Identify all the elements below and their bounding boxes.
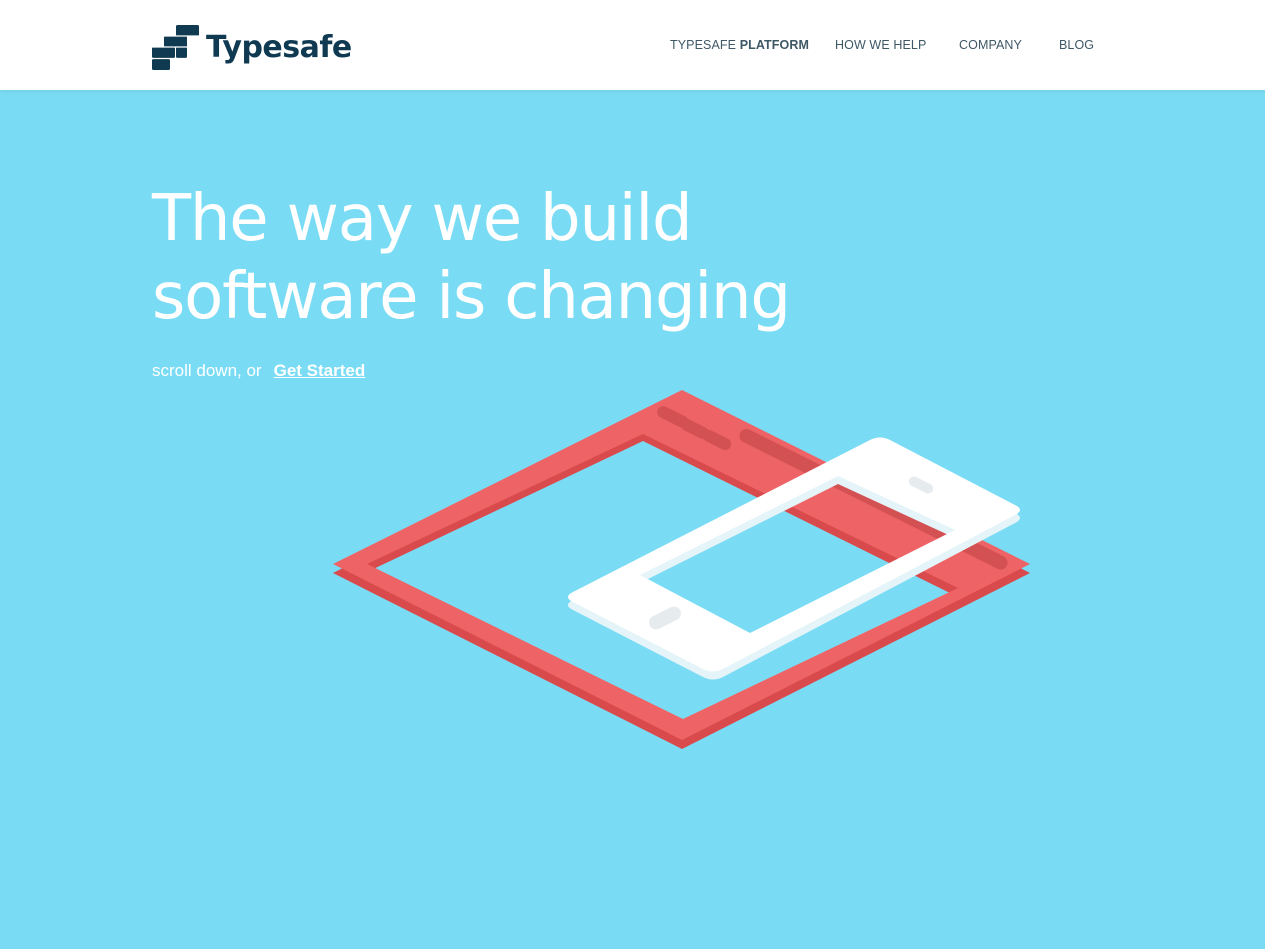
site-header: Typesafe TYPESAFE PLATFORM HOW WE HELP C… [0,0,1265,90]
hero-title-line-1: The way we build [152,182,693,256]
nav-typesafe-platform[interactable]: TYPESAFE PLATFORM [670,38,809,52]
hero-title-line-2: software is changing [152,260,791,334]
hero-title: The way we build software is changing [152,180,852,336]
main-nav: TYPESAFE PLATFORM HOW WE HELP COMPANY BL… [0,38,1265,54]
nav-company[interactable]: COMPANY [959,38,1022,52]
nav-platform-bold: PLATFORM [739,38,809,52]
nav-how-we-help[interactable]: HOW WE HELP [835,38,926,52]
get-started-link[interactable]: Get Started [274,361,366,380]
nav-platform-prefix: TYPESAFE [670,38,737,52]
tablet-and-phone-illustration [333,390,1030,749]
nav-blog[interactable]: BLOG [1059,38,1094,52]
scroll-hint: scroll down, or [152,361,262,380]
hero-subline: scroll down, or Get Started [152,361,365,381]
